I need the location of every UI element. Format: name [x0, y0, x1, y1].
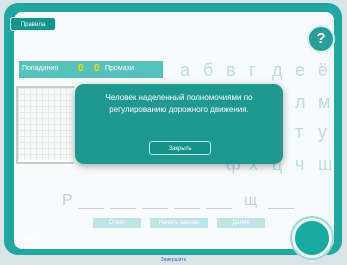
answer-slot: [174, 208, 200, 209]
question-dialog: Человек наделенный полномочиями по регул…: [75, 84, 283, 164]
answer-row: Р щ: [62, 192, 312, 212]
score-bar: Попадания 0 0 Промахи: [19, 61, 163, 78]
answer-slot: [110, 208, 136, 209]
goals-value: 0: [78, 63, 84, 74]
letter-key[interactable]: а: [180, 60, 190, 81]
letter-key[interactable]: ё: [318, 60, 328, 81]
restart-button[interactable]: Начать заново: [150, 218, 208, 228]
letter-key[interactable]: е: [295, 60, 305, 81]
answer-first-letter: Р: [62, 192, 73, 209]
letter-key[interactable]: б: [203, 60, 213, 81]
letter-key[interactable]: м: [318, 92, 330, 113]
question-line: регулированию дорожного движения.: [109, 105, 249, 114]
answer-slot: [142, 208, 168, 209]
misses-value: 0: [94, 63, 100, 74]
question-line: Человек наделенный полномочиями по: [105, 93, 253, 102]
letter-key[interactable]: ч: [295, 154, 304, 175]
letter-key[interactable]: у: [318, 122, 327, 143]
misses-label: Промахи: [105, 65, 134, 72]
letter-key[interactable]: т: [295, 122, 303, 143]
answer-slot: [78, 208, 104, 209]
letter-key[interactable]: ш: [318, 154, 332, 175]
help-question-icon[interactable]: ?: [307, 25, 335, 53]
speaker-icon: ♪: [16, 236, 20, 243]
close-dialog-button[interactable]: Закрыть: [149, 141, 211, 155]
letter-key[interactable]: л: [295, 92, 306, 113]
goal-frame-graphic: [16, 86, 74, 164]
rules-button[interactable]: Правила: [10, 17, 56, 31]
question-text: Человек наделенный полномочиями по регул…: [75, 92, 283, 116]
next-button[interactable]: Далее: [217, 218, 265, 228]
finish-link[interactable]: Завершить: [0, 257, 347, 263]
answer-slot: [268, 208, 294, 209]
letter-key[interactable]: г: [249, 60, 256, 81]
answer-button[interactable]: Ответ: [93, 218, 141, 228]
round-action-button[interactable]: [292, 218, 332, 258]
answer-revealed-letters: щ: [244, 192, 258, 209]
answer-slot: [206, 208, 232, 209]
sound-toggle[interactable]: ♪ Звук: [16, 236, 36, 243]
sound-label: Звук: [21, 236, 36, 243]
goals-label: Попадания: [22, 65, 59, 72]
letter-key[interactable]: д: [272, 60, 283, 81]
letter-key[interactable]: в: [226, 60, 236, 81]
